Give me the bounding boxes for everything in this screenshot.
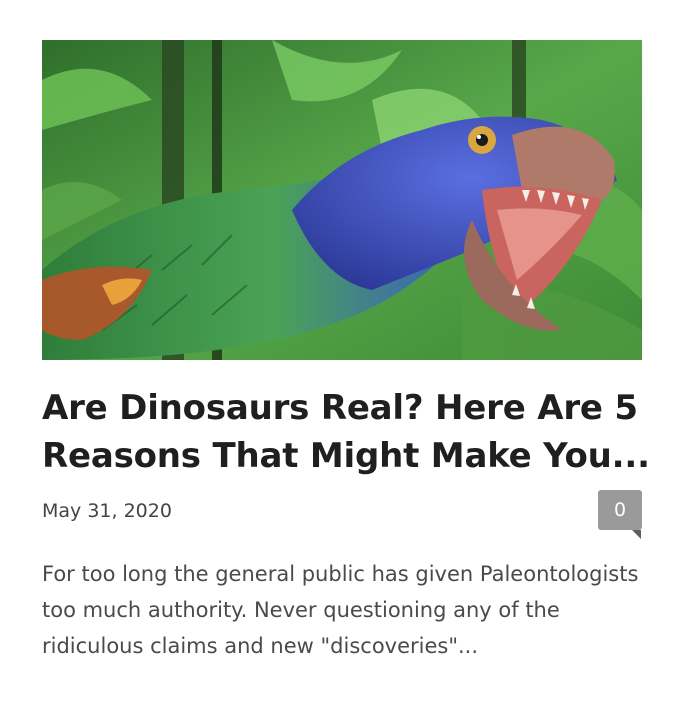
comment-bubble-tail-icon xyxy=(632,530,641,539)
comment-count-badge[interactable]: 0 xyxy=(598,490,642,530)
post-excerpt: For too long the general public has give… xyxy=(42,562,639,658)
dinosaur-image xyxy=(42,40,642,360)
post-title[interactable]: Are Dinosaurs Real? Here Are 5 Reasons T… xyxy=(42,384,652,480)
post-date: May 31, 2020 xyxy=(42,500,172,522)
post-card: Are Dinosaurs Real? Here Are 5 Reasons T… xyxy=(0,0,686,728)
post-featured-image[interactable] xyxy=(42,40,642,360)
